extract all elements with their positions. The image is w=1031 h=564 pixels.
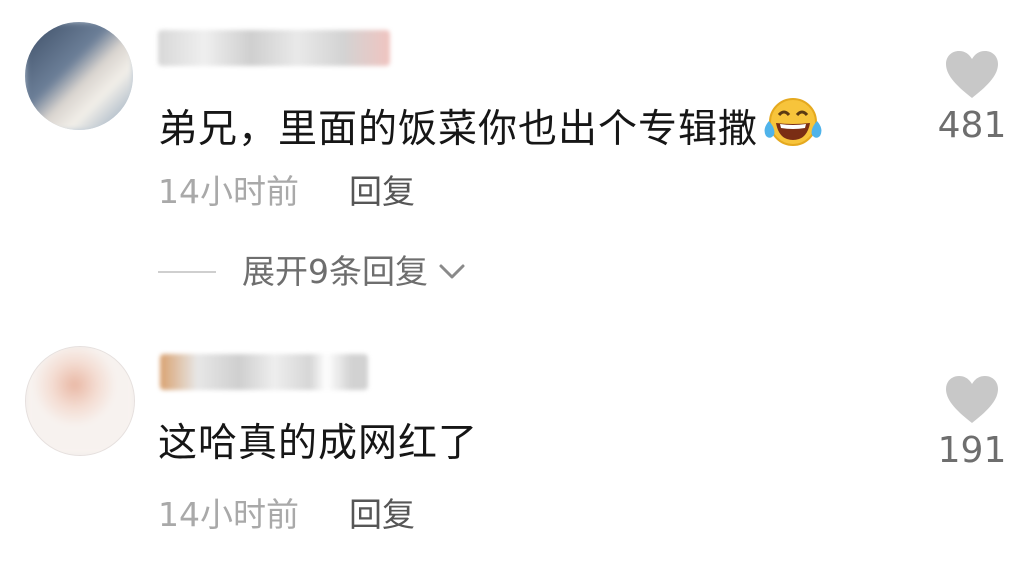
chevron-down-icon (439, 264, 465, 279)
username-blurred[interactable] (160, 354, 368, 390)
comment-text-content: 这哈真的成网红了 (158, 421, 479, 466)
comment-text: 这哈真的成网红了 (158, 420, 478, 468)
expand-replies-label: 展开9条回复 (242, 252, 428, 291)
comment-time: 14小时前 (158, 495, 299, 534)
comment-text-content: 弟兄，里面的饭菜你也出个专辑撒 (158, 107, 759, 152)
laughing-crying-emoji-icon (762, 96, 824, 160)
comment-text: 弟兄，里面的饭菜你也出个专辑撒 (158, 96, 824, 160)
like-button[interactable]: 191 (937, 375, 1007, 473)
comment-item: 弟兄，里面的饭菜你也出个专辑撒 14小时前 回复 481 展开9条回复 (0, 0, 1031, 320)
avatar[interactable] (25, 346, 135, 456)
comment-meta: 14小时前 回复 (158, 172, 415, 212)
username-blurred[interactable] (158, 30, 390, 66)
like-count: 191 (937, 430, 1007, 471)
like-count: 481 (937, 105, 1007, 146)
avatar[interactable] (25, 22, 133, 130)
heart-icon[interactable] (944, 375, 1000, 425)
heart-icon[interactable] (944, 50, 1000, 100)
reply-button[interactable]: 回复 (349, 172, 415, 211)
comment-time: 14小时前 (158, 172, 299, 211)
expand-replies-button[interactable]: 展开9条回复 (158, 252, 466, 292)
divider (158, 271, 216, 273)
like-button[interactable]: 481 (937, 50, 1007, 148)
reply-button[interactable]: 回复 (349, 495, 415, 534)
comment-item: 这哈真的成网红了 14小时前 回复 191 (0, 320, 1031, 564)
comment-meta: 14小时前 回复 (158, 495, 415, 535)
